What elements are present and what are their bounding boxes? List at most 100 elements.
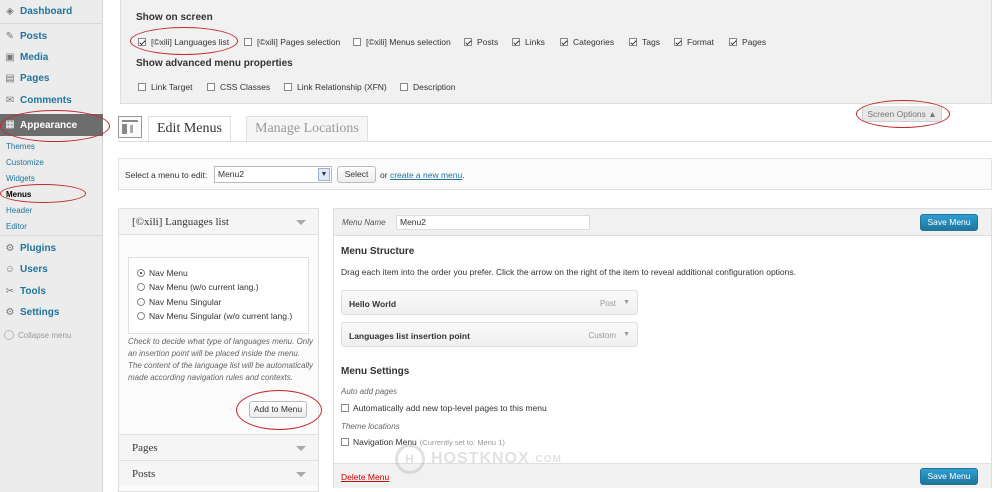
plugins-icon: ⚙	[5, 242, 15, 254]
menu-settings-title: Menu Settings	[341, 366, 410, 377]
sidebar-item-media[interactable]: ▣ Media	[0, 47, 103, 68]
checkbox-label: Format	[687, 37, 714, 47]
menu-item-hello-world[interactable]: Hello World Post ▼	[341, 290, 638, 315]
chevron-down-icon[interactable]: ▼	[623, 331, 630, 338]
appearance-icon: ▦	[5, 119, 15, 130]
languages-list-header[interactable]: [©xili] Languages list	[119, 209, 318, 235]
create-new-menu-link[interactable]: create a new menu	[390, 170, 462, 180]
checkbox-languages-list[interactable]: [©xili] Languages list	[138, 37, 229, 47]
accordion-pages[interactable]: Pages	[119, 434, 318, 460]
accordion-posts[interactable]: Posts	[119, 460, 318, 486]
menu-item-type: Post	[599, 299, 616, 308]
sidebar-item-appearance[interactable]: ▦ Appearance	[0, 114, 103, 136]
select-menu-bar: Select a menu to edit: Menu2 ▼ Select or…	[118, 158, 992, 190]
checkbox-box[interactable]	[341, 404, 349, 412]
accordion-title: Posts	[132, 468, 156, 480]
add-to-menu-button[interactable]: Add to Menu	[249, 401, 307, 418]
sidebar-item-settings[interactable]: ⚙ Settings	[0, 302, 103, 323]
or-text: or	[380, 170, 388, 180]
delete-menu-link[interactable]: Delete Menu	[341, 472, 389, 482]
checkbox-box[interactable]	[674, 38, 682, 46]
checkbox-categories[interactable]: Categories	[560, 37, 614, 47]
checkbox-link-target[interactable]: Link Target	[138, 82, 192, 92]
checkbox-box[interactable]	[138, 83, 146, 91]
checkbox-box[interactable]	[353, 38, 361, 46]
checkbox-label: Pages	[742, 37, 767, 47]
sidebar-item-tools[interactable]: ✂ Tools	[0, 281, 103, 302]
languages-list-description: Check to decide what type of languages m…	[128, 337, 313, 382]
checkbox-description[interactable]: Description	[400, 82, 456, 92]
checkbox-box[interactable]	[629, 38, 637, 46]
checkbox-box[interactable]	[400, 83, 408, 91]
sidebar-separator	[0, 23, 103, 24]
screen-options-toggle[interactable]: Screen Options ▲	[862, 106, 942, 122]
tab-edit-menus[interactable]: Edit Menus	[148, 116, 231, 141]
menu-name-input[interactable]: Menu2	[396, 215, 590, 230]
menu-item-languages-insertion-point[interactable]: Languages list insertion point Custom ▼	[341, 322, 638, 347]
checkbox-box[interactable]	[138, 38, 146, 46]
checkbox-box[interactable]	[464, 38, 472, 46]
radio-button[interactable]	[137, 298, 145, 306]
submenu-item-menus[interactable]: Menus	[6, 190, 31, 199]
sidebar-item-posts[interactable]: ✎ Posts	[0, 26, 103, 47]
tab-manage-locations[interactable]: Manage Locations	[246, 116, 368, 141]
watermark-text: HOSTKNOX	[431, 450, 530, 467]
submenu-item-editor[interactable]: Editor	[6, 222, 27, 231]
checkbox-link-relationship[interactable]: Link Relationship (XFN)	[284, 82, 387, 92]
auto-add-pages-checkbox[interactable]: Automatically add new top-level pages to…	[341, 403, 547, 413]
radio-nav-menu-singular-wo-current[interactable]: Nav Menu Singular (w/o current lang.)	[137, 311, 292, 321]
checkbox-box[interactable]	[284, 83, 292, 91]
hostknox-watermark: H HOSTKNOX .COM	[395, 444, 562, 474]
checkbox-pages-selection[interactable]: [©xili] Pages selection	[244, 37, 340, 47]
period-text: .	[462, 170, 465, 180]
screen-options-panel: Show on screen [©xili] Languages list [©…	[120, 0, 992, 104]
submenu-item-themes[interactable]: Themes	[6, 142, 35, 151]
checkbox-menus-selection[interactable]: [©xili] Menus selection	[353, 37, 451, 47]
checkbox-box[interactable]	[512, 38, 520, 46]
expand-arrow-icon[interactable]	[296, 472, 306, 477]
expand-arrow-icon[interactable]	[296, 446, 306, 451]
checkbox-box[interactable]	[729, 38, 737, 46]
select-button[interactable]: Select	[337, 166, 376, 183]
menu-select-dropdown[interactable]: Menu2 ▼	[214, 166, 332, 183]
save-menu-button-bottom[interactable]: Save Menu	[920, 468, 978, 485]
checkbox-box[interactable]	[244, 38, 252, 46]
save-menu-button-top[interactable]: Save Menu	[920, 214, 978, 231]
checkbox-box[interactable]	[207, 83, 215, 91]
checkbox-box[interactable]	[341, 438, 349, 446]
checkbox-label: Description	[413, 82, 456, 92]
checkbox-css-classes[interactable]: CSS Classes	[207, 82, 270, 92]
tools-icon: ✂	[5, 285, 15, 297]
menus-page-icon	[118, 116, 142, 138]
sidebar-item-users[interactable]: ☺ Users	[0, 259, 103, 280]
select-menu-label: Select a menu to edit:	[125, 170, 208, 180]
checkbox-box[interactable]	[560, 38, 568, 46]
radio-button[interactable]	[137, 269, 145, 277]
sidebar-item-pages[interactable]: ▤ Pages	[0, 68, 103, 89]
submenu-item-customize[interactable]: Customize	[6, 158, 44, 167]
collapse-arrow-icon[interactable]	[296, 220, 306, 225]
submenu-item-header[interactable]: Header	[6, 206, 32, 215]
sidebar-item-plugins[interactable]: ⚙ Plugins	[0, 238, 103, 259]
radio-nav-menu-wo-current[interactable]: Nav Menu (w/o current lang.)	[137, 282, 259, 292]
collapse-menu-button[interactable]: Collapse menu	[4, 330, 71, 340]
sidebar-item-dashboard[interactable]: ◈ Dashboard	[0, 1, 103, 22]
menu-editor-header: Menu Name Menu2 Save Menu	[334, 209, 991, 236]
radio-button[interactable]	[137, 283, 145, 291]
chevron-down-icon[interactable]: ▼	[318, 168, 330, 181]
sidebar-item-comments[interactable]: ✉ Comments	[0, 90, 103, 111]
checkbox-links[interactable]: Links	[512, 37, 545, 47]
checkbox-pages[interactable]: Pages	[729, 37, 766, 47]
create-menu-text: or create a new menu.	[380, 170, 465, 180]
radio-nav-menu-singular[interactable]: Nav Menu Singular	[137, 297, 221, 307]
checkbox-tags[interactable]: Tags	[629, 37, 660, 47]
checkbox-format[interactable]: Format	[674, 37, 714, 47]
radio-button[interactable]	[137, 312, 145, 320]
checkbox-label: [©xili] Pages selection	[257, 37, 341, 47]
menu-select-value: Menu2	[218, 169, 244, 179]
checkbox-posts[interactable]: Posts	[464, 37, 498, 47]
submenu-item-widgets[interactable]: Widgets	[6, 174, 35, 183]
radio-nav-menu[interactable]: Nav Menu	[137, 268, 188, 278]
chevron-down-icon[interactable]: ▼	[623, 299, 630, 306]
languages-list-title: [©xili] Languages list	[132, 216, 229, 228]
